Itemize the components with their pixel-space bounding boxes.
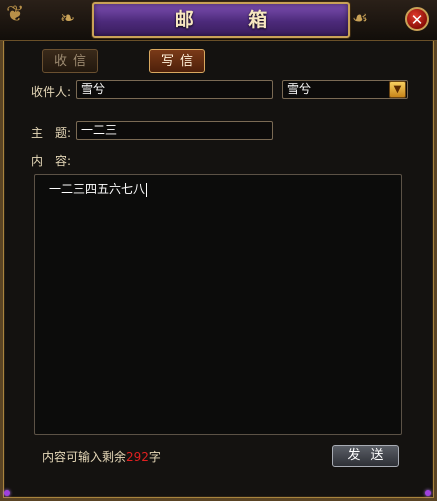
recipient-input[interactable]: 雪兮 <box>76 80 273 99</box>
subject-input[interactable]: 一二三 <box>76 121 273 140</box>
corner-gem-left-icon <box>4 490 10 496</box>
content-textarea[interactable]: 一二三四五六七八 <box>34 174 402 435</box>
recipient-label: 收件人: <box>31 85 72 99</box>
corner-gem-right-icon <box>425 490 431 496</box>
content-label: 内 容: <box>31 154 72 168</box>
tab-inbox[interactable]: 收信 <box>42 49 98 73</box>
close-button[interactable]: ✕ <box>405 7 429 31</box>
remaining-chars-text: 内容可输入剩余292字 <box>42 448 161 465</box>
corner-ornament-left-icon: ❦ <box>6 2 25 27</box>
close-icon: ✕ <box>410 11 424 29</box>
window-title: 邮 箱 <box>92 2 350 38</box>
remaining-prefix: 内容可输入剩余 <box>42 450 127 464</box>
tab-compose[interactable]: 写信 <box>149 49 205 73</box>
chevron-down-icon[interactable]: ▼ <box>389 81 406 98</box>
title-ornament-right-icon: ☙ <box>352 8 369 29</box>
subject-label: 主 题: <box>31 126 72 140</box>
remaining-suffix: 字 <box>148 450 161 464</box>
title-bar: ❦ ❧ 邮 箱 ☙ ✕ <box>0 0 437 41</box>
content-text: 一二三四五六七八 <box>49 182 146 196</box>
remaining-count: 292 <box>126 450 149 464</box>
recipient-select-value: 雪兮 <box>287 82 312 96</box>
title-ornament-left-icon: ❧ <box>60 8 76 29</box>
text-caret <box>146 182 148 197</box>
send-button[interactable]: 发送 <box>332 445 399 467</box>
